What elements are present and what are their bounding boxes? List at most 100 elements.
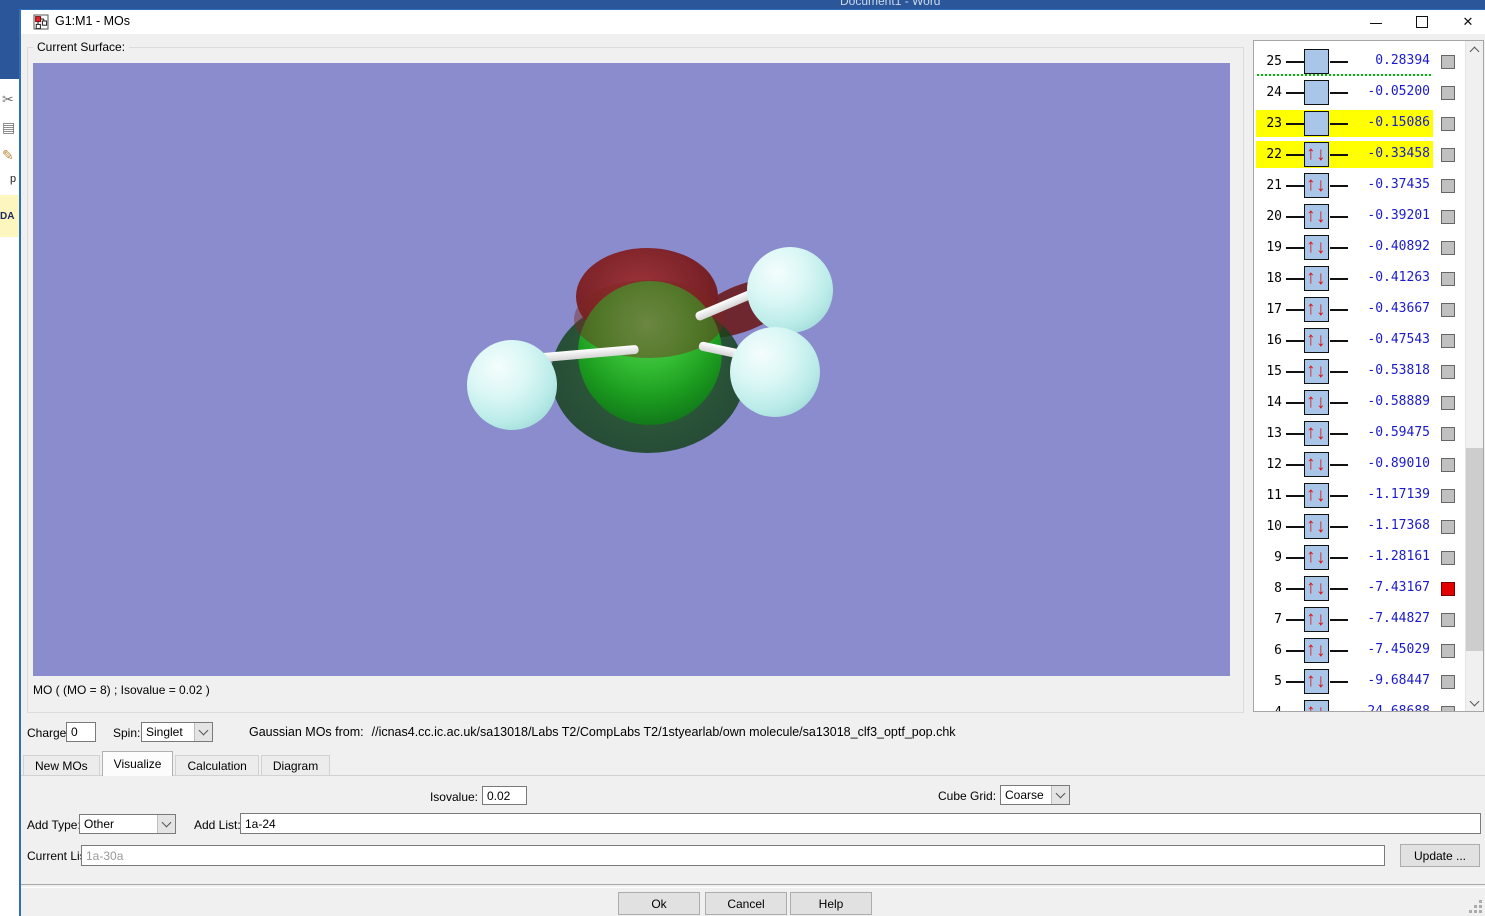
scroll-down-button[interactable] xyxy=(1466,694,1483,711)
mo-row-15[interactable]: 15 ↑ ↓ -0.53818 xyxy=(1254,356,1466,387)
mo-row-6[interactable]: 6 ↑ ↓ -7.45029 xyxy=(1254,635,1466,666)
mo-occupancy-box[interactable]: ↑↓ xyxy=(1304,638,1329,663)
mo-occupancy-box[interactable]: ↑↓ xyxy=(1304,700,1329,711)
resize-grip-icon[interactable] xyxy=(1479,910,1482,913)
mo-occupancy-box[interactable]: ↑↓ xyxy=(1304,297,1329,322)
mo-level-line xyxy=(1286,588,1304,590)
mo-select-checkbox[interactable] xyxy=(1441,551,1455,565)
mo-row-10[interactable]: 10 ↑ ↓ -1.17368 xyxy=(1254,511,1466,542)
background-text-fragment-da: DA xyxy=(0,195,19,237)
mo-select-checkbox[interactable] xyxy=(1441,303,1455,317)
add-type-dropdown[interactable]: Other xyxy=(79,814,176,834)
spin-down-arrow-icon: ↓ xyxy=(1316,578,1326,599)
mo-select-checkbox[interactable] xyxy=(1441,458,1455,472)
mo-select-checkbox[interactable] xyxy=(1441,334,1455,348)
scrollbar-thumb[interactable] xyxy=(1466,448,1483,651)
mo-occupancy-box[interactable] xyxy=(1304,49,1329,74)
mo-occupancy-box[interactable]: ↑↓ xyxy=(1304,452,1329,477)
mo-occupancy-box[interactable]: ↑↓ xyxy=(1304,576,1329,601)
mo-row-16[interactable]: 16 ↑ ↓ -0.47543 xyxy=(1254,325,1466,356)
minimize-button[interactable] xyxy=(1359,10,1393,34)
mo-occupancy-box[interactable]: ↑↓ xyxy=(1304,173,1329,198)
mo-occupancy-box[interactable] xyxy=(1304,111,1329,136)
isovalue-input[interactable] xyxy=(482,786,527,805)
charge-input[interactable] xyxy=(66,722,96,742)
mo-row-19[interactable]: 19 ↑ ↓ -0.40892 xyxy=(1254,232,1466,263)
spin-up-arrow-icon: ↑ xyxy=(1306,670,1316,691)
mo-row-24[interactable]: 24 -0.05200 xyxy=(1254,77,1466,108)
mo-select-checkbox[interactable] xyxy=(1441,272,1455,286)
mo-row-7[interactable]: 7 ↑ ↓ -7.44827 xyxy=(1254,604,1466,635)
mo-row-4[interactable]: 4 ↑↓ -24.68688 xyxy=(1254,697,1466,711)
dropdown-button[interactable] xyxy=(194,723,212,741)
add-list-input[interactable] xyxy=(240,813,1481,834)
mo-occupancy-box[interactable]: ↑↓ xyxy=(1304,359,1329,384)
mo-select-checkbox[interactable] xyxy=(1441,86,1455,100)
mo-row-12[interactable]: 12 ↑ ↓ -0.89010 xyxy=(1254,449,1466,480)
mo-select-checkbox[interactable] xyxy=(1441,613,1455,627)
mo-occupancy-box[interactable]: ↑↓ xyxy=(1304,142,1329,167)
cancel-button[interactable]: Cancel xyxy=(705,892,787,915)
mo-row-22[interactable]: 22 ↑ ↓ -0.33458 xyxy=(1254,139,1466,170)
mo-occupancy-box[interactable]: ↑↓ xyxy=(1304,545,1329,570)
mo-select-checkbox[interactable] xyxy=(1441,489,1455,503)
update-button[interactable]: Update ... xyxy=(1400,844,1480,867)
cube-grid-dropdown[interactable]: Coarse xyxy=(1000,785,1070,805)
mo-row-9[interactable]: 9 ↑ ↓ -1.28161 xyxy=(1254,542,1466,573)
mo-occupancy-box[interactable] xyxy=(1304,80,1329,105)
tab-visualize[interactable]: Visualize xyxy=(101,751,174,776)
maximize-button[interactable] xyxy=(1405,10,1439,34)
mo-select-checkbox[interactable] xyxy=(1441,365,1455,379)
mo-occupancy-box[interactable]: ↑↓ xyxy=(1304,514,1329,539)
mo-select-checkbox[interactable] xyxy=(1441,148,1455,162)
molecule-viewport[interactable] xyxy=(33,63,1230,676)
spin-label: Spin: xyxy=(113,726,141,740)
mo-row-25[interactable]: 25 0.28394 xyxy=(1254,46,1466,77)
mo-row-13[interactable]: 13 ↑ ↓ -0.59475 xyxy=(1254,418,1466,449)
mo-select-checkbox[interactable] xyxy=(1441,55,1455,69)
mo-rows-container: 25 0.28394 24 -0.05200 23 -0.15086 22 ↑ ↓ -0.3345… xyxy=(1254,41,1466,711)
mo-select-checkbox[interactable] xyxy=(1441,396,1455,410)
tab-new-mos[interactable]: New MOs xyxy=(23,755,100,776)
dropdown-button[interactable] xyxy=(1051,786,1069,804)
close-button[interactable]: ✕ xyxy=(1451,10,1485,34)
tab-diagram[interactable]: Diagram xyxy=(260,755,331,776)
mo-select-checkbox[interactable] xyxy=(1441,675,1455,689)
mo-row-18[interactable]: 18 ↑ ↓ -0.41263 xyxy=(1254,263,1466,294)
mo-select-checkbox[interactable] xyxy=(1441,520,1455,534)
mo-occupancy-box[interactable]: ↑↓ xyxy=(1304,235,1329,260)
dialog-titlebar[interactable]: G1:M1 - MOs ✕ xyxy=(21,10,1485,34)
ok-button[interactable]: Ok xyxy=(618,892,700,915)
mo-select-checkbox[interactable] xyxy=(1441,427,1455,441)
mo-row-17[interactable]: 17 ↑ ↓ -0.43667 xyxy=(1254,294,1466,325)
mo-occupancy-box[interactable]: ↑↓ xyxy=(1304,607,1329,632)
mo-row-23[interactable]: 23 -0.15086 xyxy=(1254,108,1466,139)
current-list-input[interactable] xyxy=(81,845,1385,866)
mo-row-11[interactable]: 11 ↑ ↓ -1.17139 xyxy=(1254,480,1466,511)
mo-occupancy-box[interactable]: ↑↓ xyxy=(1304,204,1329,229)
mo-row-8[interactable]: 8 ↑ ↓ -7.43167 xyxy=(1254,573,1466,604)
mo-row-5[interactable]: 5 ↑ ↓ -9.68447 xyxy=(1254,666,1466,697)
mo-row-21[interactable]: 21 ↑ ↓ -0.37435 xyxy=(1254,170,1466,201)
mo-select-checkbox[interactable] xyxy=(1441,706,1455,711)
tab-calculation[interactable]: Calculation xyxy=(175,755,259,776)
mo-occupancy-box[interactable]: ↑↓ xyxy=(1304,421,1329,446)
mo-select-checkbox[interactable] xyxy=(1441,582,1455,596)
mo-select-checkbox[interactable] xyxy=(1441,644,1455,658)
help-button[interactable]: Help xyxy=(790,892,872,915)
mo-occupancy-box[interactable]: ↑↓ xyxy=(1304,390,1329,415)
mo-list-scrollbar[interactable] xyxy=(1465,41,1483,711)
mo-select-checkbox[interactable] xyxy=(1441,117,1455,131)
mo-row-20[interactable]: 20 ↑ ↓ -0.39201 xyxy=(1254,201,1466,232)
mo-occupancy-box[interactable]: ↑↓ xyxy=(1304,483,1329,508)
mo-occupancy-box[interactable]: ↑↓ xyxy=(1304,328,1329,353)
mo-row-14[interactable]: 14 ↑ ↓ -0.58889 xyxy=(1254,387,1466,418)
mo-occupancy-box[interactable]: ↑↓ xyxy=(1304,669,1329,694)
mo-select-checkbox[interactable] xyxy=(1441,241,1455,255)
mo-occupancy-box[interactable]: ↑↓ xyxy=(1304,266,1329,291)
dropdown-button[interactable] xyxy=(157,815,175,833)
mo-select-checkbox[interactable] xyxy=(1441,179,1455,193)
scroll-up-button[interactable] xyxy=(1466,41,1483,58)
spin-dropdown[interactable]: Singlet xyxy=(141,722,213,742)
mo-select-checkbox[interactable] xyxy=(1441,210,1455,224)
